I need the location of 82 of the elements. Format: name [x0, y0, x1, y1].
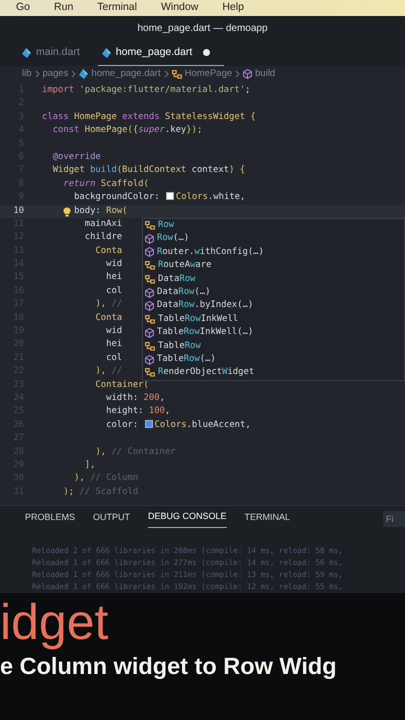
code-line: hei — [106, 338, 122, 352]
class-icon — [145, 342, 155, 351]
cube-icon — [145, 288, 154, 298]
code-line: wid — [106, 258, 122, 272]
code-line: class HomePage extends StatelessWidget { — [42, 110, 256, 124]
breadcrumb-item[interactable]: HomePage — [184, 66, 232, 82]
code-line: ), // Container — [95, 446, 176, 459]
class-icon — [145, 274, 155, 284]
suggestion-item[interactable]: RenderObjectWidget — [143, 366, 404, 380]
code-line: wid — [106, 325, 122, 338]
cube-icon — [145, 328, 154, 338]
code-line: Conta — [95, 244, 122, 258]
editor-tab[interactable]: main.dart — [18, 40, 94, 66]
code-line: body: Row( — [74, 204, 128, 218]
line-number: 10 — [12, 204, 25, 218]
suggestion-item[interactable]: Row — [143, 219, 404, 232]
breadcrumb-item[interactable]: home_page.dart — [91, 66, 161, 82]
code-line: col — [106, 352, 122, 365]
breadcrumb-item[interactable]: lib — [22, 66, 32, 82]
code-line: import 'package:flutter/material.dart'; — [42, 84, 250, 98]
code-line: Conta — [95, 312, 122, 325]
suggestion-item[interactable]: DataRow.byIndex(…) — [143, 299, 404, 313]
code-line: ], — [84, 458, 96, 472]
suggestion-item[interactable]: TableRow(…) — [143, 352, 404, 366]
code-line: ), // — [95, 298, 122, 312]
window-title: home_page.dart — demoapp — [137, 22, 268, 36]
cube-icon — [145, 247, 154, 258]
panel-tab[interactable]: TERMINAL — [244, 510, 290, 527]
suggestion-item[interactable]: RouteAware — [143, 259, 404, 273]
cube-icon — [243, 69, 252, 79]
menu-item[interactable]: Go — [16, 0, 30, 16]
filter-field[interactable]: Fi — [383, 510, 405, 527]
code-line: height: 100, — [106, 405, 170, 418]
code-line: const HomePage({super.key}); — [52, 124, 202, 138]
menu-item[interactable]: Help — [222, 0, 244, 16]
panel-tab[interactable]: OUTPUT — [93, 510, 130, 527]
class-icon — [145, 261, 155, 270]
code-line: ), // — [95, 365, 122, 378]
suggestion-item[interactable]: TableRow — [143, 340, 404, 353]
code-line: childre — [84, 231, 122, 244]
chevron-icon — [235, 70, 240, 78]
class-icon — [145, 221, 155, 230]
dart-file-icon — [22, 48, 31, 58]
panel-tab[interactable]: PROBLEMS — [25, 510, 76, 527]
panel-tab[interactable]: DEBUG CONSOLE — [148, 510, 227, 528]
cube-icon — [145, 301, 154, 312]
class-icon — [145, 368, 155, 378]
dart-file-icon — [79, 69, 88, 79]
class-icon — [145, 314, 155, 324]
code-line: color: Colors.blueAccent, — [106, 418, 251, 432]
cube-icon — [145, 234, 154, 244]
code-line: ), // Column — [74, 472, 138, 486]
caption-subtitle: e Column widget to Row Widg — [0, 653, 337, 679]
code-line: @override — [52, 150, 101, 164]
chevron-icon — [164, 70, 169, 78]
code-line: Widget build(BuildContext context) { — [52, 164, 246, 178]
suggestion-item[interactable]: DataRow(…) — [143, 286, 404, 300]
breadcrumb-item[interactable]: build — [255, 66, 276, 82]
class-icon — [172, 70, 182, 78]
code-line: Container( — [95, 378, 149, 392]
suggestion-item[interactable]: TableRowInkWell(…) — [143, 326, 404, 340]
suggestion-item[interactable]: TableRowInkWell — [143, 312, 404, 326]
dart-file-icon — [102, 48, 111, 58]
code-line: width: 200, — [106, 392, 165, 405]
chevron-icon — [71, 70, 76, 78]
code-line: return Scaffold( — [63, 178, 149, 191]
code-line: hei — [106, 271, 122, 284]
chevron-icon — [34, 70, 40, 78]
caption-heading: idget — [0, 594, 108, 650]
suggestion-item[interactable]: Router.withConfig(…) — [143, 246, 404, 260]
menu-item[interactable]: Window — [160, 0, 198, 16]
code-line: backgroundColor: Colors.white, — [74, 191, 246, 204]
code-line: mainAxi — [84, 218, 122, 231]
code-line: ); // Scaffold — [63, 486, 138, 499]
suggestion-item[interactable]: DataRow — [143, 272, 404, 286]
suggestion-item[interactable]: Row(…) — [143, 232, 404, 246]
breadcrumb-item[interactable]: pages — [42, 66, 68, 82]
menu-item[interactable]: Terminal — [97, 0, 137, 16]
code-line: col — [106, 284, 122, 298]
cube-icon — [145, 354, 154, 365]
lightbulb-icon — [63, 206, 71, 217]
menu-item[interactable]: Run — [54, 0, 74, 16]
